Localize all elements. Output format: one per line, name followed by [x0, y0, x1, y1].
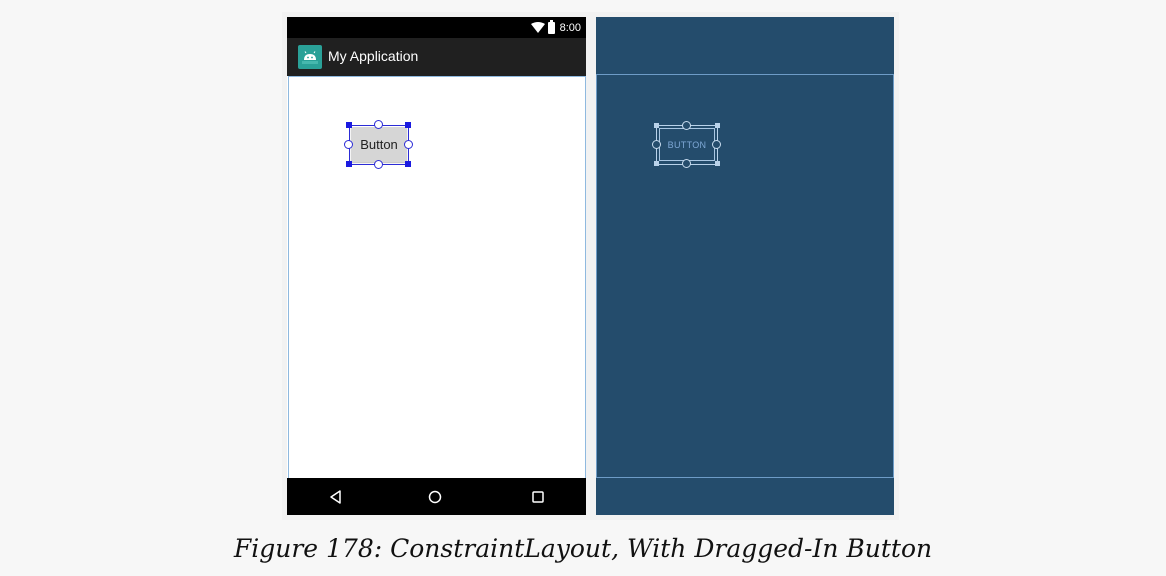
wifi-icon [530, 22, 545, 33]
selected-button-widget[interactable]: Button [344, 120, 413, 169]
battery-icon [547, 19, 555, 34]
resize-handle-bottom-right[interactable] [405, 161, 411, 167]
status-time: 8:00 [559, 21, 581, 34]
blueprint-handle-bottom-right[interactable] [715, 161, 720, 166]
blueprint-anchor-left[interactable] [652, 140, 661, 149]
anchor-top[interactable] [374, 120, 383, 129]
anchor-left[interactable] [344, 140, 353, 149]
constraint-layout-area[interactable] [288, 76, 586, 479]
blueprint-handle-top-left[interactable] [654, 123, 659, 128]
blueprint-layout-area[interactable] [596, 74, 894, 478]
blueprint-button[interactable]: BUTTON [659, 128, 715, 161]
dragged-button[interactable]: Button [351, 127, 407, 162]
figure-caption: Figure 178: ConstraintLayout, With Dragg… [233, 534, 933, 563]
anchor-right[interactable] [404, 140, 413, 149]
resize-handle-top-left[interactable] [346, 122, 352, 128]
blueprint-button-widget[interactable]: BUTTON [652, 121, 723, 168]
back-icon[interactable] [327, 488, 345, 506]
blueprint-handle-top-right[interactable] [715, 123, 720, 128]
design-preview: 8:00 My Application [287, 17, 586, 515]
app-bar: My Application [287, 38, 586, 76]
navigation-bar [287, 478, 586, 515]
blueprint-view [596, 17, 894, 515]
app-title: My Application [328, 48, 419, 64]
resize-handle-bottom-left[interactable] [346, 161, 352, 167]
home-icon[interactable] [426, 488, 444, 506]
blueprint-anchor-right[interactable] [712, 140, 721, 149]
resize-handle-top-right[interactable] [405, 122, 411, 128]
recents-icon[interactable] [529, 488, 547, 506]
blueprint-anchor-bottom[interactable] [682, 159, 691, 168]
anchor-bottom[interactable] [374, 160, 383, 169]
status-bar: 8:00 [287, 17, 586, 38]
blueprint-handle-bottom-left[interactable] [654, 161, 659, 166]
blueprint-anchor-top[interactable] [682, 121, 691, 130]
android-app-icon [298, 45, 322, 69]
